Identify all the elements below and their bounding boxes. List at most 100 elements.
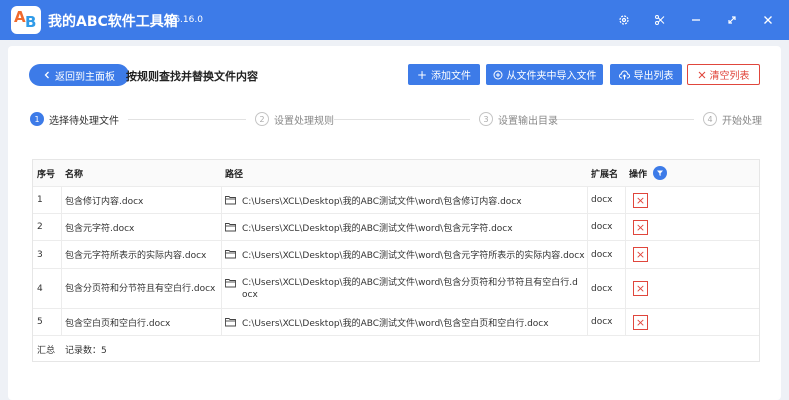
summary-count: 记录数：5 (65, 345, 107, 356)
scissors-icon (655, 15, 665, 25)
row-path: C:\Users\XCL\Desktop\我的ABC测试文件\word\包含元字… (221, 241, 587, 268)
clear-list-button[interactable]: 清空列表 (687, 64, 760, 85)
cloud-upload-icon (618, 70, 630, 79)
row-op: × (625, 241, 759, 268)
step-4: 4 开始处理 (703, 112, 762, 127)
row-path: C:\Users\XCL\Desktop\我的ABC测试文件\word\包含元字… (221, 214, 587, 240)
row-index: 5 (37, 317, 43, 327)
step-label: 设置处理规则 (274, 115, 334, 127)
table-row[interactable]: 5 包含空白页和空白行.docx C:\Users\XCL\Desktop\我的… (33, 309, 759, 336)
logo-letter-a: A (14, 8, 26, 26)
row-path: C:\Users\XCL\Desktop\我的ABC测试文件\word\包含空白… (221, 309, 587, 335)
row-ext: docx (591, 195, 613, 205)
row-ext: docx (591, 317, 613, 327)
main-panel: 返回到主面板 按规则查找并替换文件内容 + 添加文件 从文件夹中导入文件 导出列… (8, 46, 781, 400)
folder-icon (225, 222, 236, 231)
chevron-left-icon (44, 71, 49, 79)
back-button-label: 返回到主面板 (55, 71, 115, 83)
folder-icon (225, 250, 236, 259)
file-table: 序号 名称 路径 扩展名 操作 1 包含修订内容.docx C:\Users\X… (32, 159, 760, 362)
row-op: × (625, 187, 759, 213)
delete-row-button[interactable]: × (633, 219, 648, 235)
step-number: 2 (255, 112, 269, 126)
clear-list-label: 清空列表 (709, 71, 750, 82)
row-path-text: C:\Users\XCL\Desktop\我的ABC测试文件\word\包含空白… (242, 318, 549, 329)
step-number: 4 (703, 112, 717, 126)
expand-icon (728, 16, 736, 24)
app-logo: A B (11, 6, 41, 34)
delete-row-button[interactable]: × (633, 247, 648, 262)
header-ext: 扩展名 (591, 169, 619, 180)
folder-icon (225, 195, 236, 204)
step-1: 1 选择待处理文件 (30, 112, 119, 127)
maximize-button[interactable] (722, 10, 742, 30)
step-number: 1 (30, 112, 44, 126)
row-op: × (625, 269, 759, 308)
row-index: 3 (37, 249, 43, 260)
close-icon (698, 71, 705, 78)
step-connector (128, 119, 246, 120)
row-name: 包含分页符和分节符且有空白行.docx (65, 283, 216, 294)
delete-row-button[interactable]: × (633, 314, 648, 330)
import-folder-button[interactable]: 从文件夹中导入文件 (486, 64, 603, 85)
add-file-label: 添加文件 (431, 71, 472, 82)
table-row[interactable]: 2 包含元字符.docx C:\Users\XCL\Desktop\我的ABC测… (33, 214, 759, 241)
row-path-text: C:\Users\XCL\Desktop\我的ABC测试文件\word\包含分页… (242, 277, 578, 300)
header-path: 路径 (225, 169, 244, 180)
row-path-text: C:\Users\XCL\Desktop\我的ABC测试文件\word\包含元字… (242, 251, 585, 261)
row-op: × (625, 309, 759, 335)
minimize-icon (692, 19, 700, 21)
delete-row-button[interactable]: × (633, 192, 648, 208)
table-summary: 汇总 记录数：5 (33, 336, 759, 362)
row-ext: docx (591, 249, 613, 260)
row-path: C:\Users\XCL\Desktop\我的ABC测试文件\word\包含修订… (221, 187, 587, 213)
export-list-label: 导出列表 (633, 71, 674, 82)
logo-letter-b: B (25, 13, 37, 31)
step-label: 开始处理 (722, 115, 762, 127)
back-to-main-button[interactable]: 返回到主面板 (29, 64, 129, 86)
table-row[interactable]: 3 包含元字符所表示的实际内容.docx C:\Users\XCL\Deskto… (33, 241, 759, 269)
step-2: 2 设置处理规则 (255, 112, 334, 127)
step-connector (334, 119, 470, 120)
step-number: 3 (479, 112, 493, 126)
plus-circle-icon (493, 70, 502, 79)
filter-icon[interactable] (653, 166, 668, 180)
plus-icon: + (416, 67, 428, 82)
row-index: 2 (37, 222, 43, 232)
table-row[interactable]: 4 包含分页符和分节符且有空白行.docx C:\Users\XCL\Deskt… (33, 269, 759, 309)
row-name: 包含元字符所表示的实际内容.docx (65, 251, 207, 261)
folder-icon (225, 278, 236, 287)
delete-row-button[interactable]: × (633, 281, 648, 296)
row-path: C:\Users\XCL\Desktop\我的ABC测试文件\word\包含分页… (221, 269, 587, 308)
row-ext: docx (591, 283, 613, 294)
row-path-text: C:\Users\XCL\Desktop\我的ABC测试文件\word\包含元字… (242, 223, 513, 234)
step-label: 设置输出目录 (498, 115, 558, 127)
export-list-button[interactable]: 导出列表 (610, 64, 682, 85)
header-index: 序号 (37, 169, 56, 180)
app-title: 我的ABC软件工具箱 (48, 14, 178, 30)
row-op: × (625, 214, 759, 240)
step-3: 3 设置输出目录 (479, 112, 558, 127)
scissors-button[interactable] (650, 10, 670, 30)
page-title: 按规则查找并替换文件内容 (126, 70, 258, 83)
app-version: v6.16.0 (169, 15, 203, 25)
settings-button[interactable] (614, 10, 634, 30)
table-row[interactable]: 1 包含修订内容.docx C:\Users\XCL\Desktop\我的ABC… (33, 187, 759, 214)
row-name: 包含修订内容.docx (65, 196, 144, 207)
row-index: 1 (37, 195, 43, 205)
title-bar: A B 我的ABC软件工具箱 v6.16.0 (0, 0, 789, 40)
header-op-label: 操作 (629, 169, 648, 180)
table-header: 序号 名称 路径 扩展名 操作 (33, 160, 759, 187)
row-path-text: C:\Users\XCL\Desktop\我的ABC测试文件\word\包含修订… (242, 196, 522, 207)
step-label: 选择待处理文件 (49, 115, 119, 127)
close-icon (764, 16, 772, 24)
add-file-button[interactable]: + 添加文件 (408, 64, 480, 85)
row-ext: docx (591, 222, 613, 232)
minimize-button[interactable] (686, 10, 706, 30)
folder-icon (225, 317, 236, 326)
header-name: 名称 (65, 169, 84, 180)
settings-icon (619, 15, 629, 25)
close-button[interactable] (758, 10, 778, 30)
row-name: 包含空白页和空白行.docx (65, 318, 171, 329)
import-folder-label: 从文件夹中导入文件 (506, 71, 597, 82)
